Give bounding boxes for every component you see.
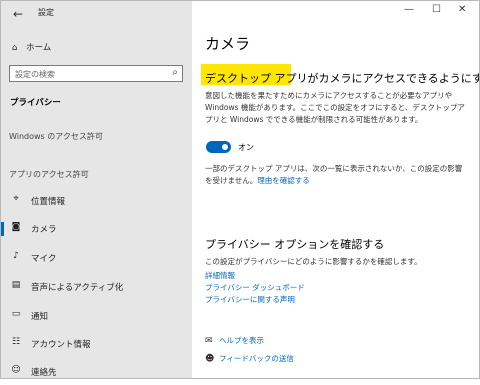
back-arrow-icon[interactable]: ← — [13, 7, 23, 21]
note-text: 一部のデスクトップ アプリは、次の一覧に表示されないか、この設定の影響を受けませ… — [205, 164, 463, 185]
contacts-icon: ☺ — [11, 365, 21, 375]
privacy-links: 詳細情報 プライバシー ダッシュボード プライバシーに関する声明 — [205, 270, 305, 306]
sidebar: ← 設定 ⌂ ホーム 設定の検索 ⌕ プライバシー Windows のアクセス許可… — [1, 1, 192, 378]
privacy-dashboard-link[interactable]: プライバシー ダッシュボード — [205, 282, 305, 294]
home-label: ホーム — [26, 43, 52, 53]
voice-activation-icon: ▤ — [11, 280, 21, 290]
privacy-statement-link[interactable]: プライバシーに関する声明 — [205, 294, 305, 306]
toggle-knob — [222, 144, 228, 150]
microphone-icon: ♪ — [13, 251, 19, 261]
section-description: 意図した機能を果たすためにカメラにアクセスすることが必要なアプリや Window… — [205, 91, 465, 124]
home-nav[interactable]: ⌂ ホーム — [12, 41, 51, 53]
category-heading: プライバシー — [10, 98, 61, 108]
notification-icon: ▭ — [11, 309, 21, 319]
search-icon[interactable]: ⌕ — [172, 67, 178, 78]
learn-why-link[interactable]: 理由を確認する — [257, 176, 310, 185]
note: 一部のデスクトップ アプリは、次の一覧に表示されないか、この設定の影響を受けませ… — [205, 163, 467, 187]
sidebar-item-label: 音声によるアクティブ化 — [31, 283, 124, 293]
window-title: 設定 — [38, 8, 54, 17]
app-permissions-heading: アプリのアクセス許可 — [9, 170, 89, 179]
minimize-icon[interactable]: — — [404, 4, 414, 15]
close-icon[interactable]: ✕ — [458, 4, 466, 15]
send-feedback-link[interactable]: ☻ フィードバックの送信 — [205, 353, 294, 364]
sidebar-item-voice-activation[interactable]: ▤ 音声によるアクティブ化 — [1, 274, 192, 300]
toggle-label: オン — [238, 143, 254, 152]
sidebar-item-contacts[interactable]: ☺ 連絡先 — [1, 359, 192, 385]
help-label: ヘルプを表示 — [219, 336, 264, 345]
help-icon: ✉ — [205, 336, 213, 346]
sidebar-item-label: 通知 — [31, 312, 49, 322]
windows-permissions-heading: Windows のアクセス許可 — [9, 132, 103, 141]
sidebar-item-label: 連絡先 — [31, 368, 57, 378]
sidebar-item-account-info[interactable]: ☷ アカウント情報 — [1, 331, 192, 357]
active-indicator — [1, 222, 4, 236]
privacy-options-desc: この設定がプライバシーにどのように影響するかを確認します。 — [205, 257, 422, 266]
home-icon: ⌂ — [12, 43, 18, 53]
sidebar-item-camera[interactable]: ◙ カメラ — [1, 216, 192, 242]
search-placeholder: 設定の検索 — [15, 70, 55, 79]
settings-search-input[interactable]: 設定の検索 ⌕ — [9, 65, 183, 82]
section-title: デスクトップ アプリがカメラにアクセスできるようにする — [205, 72, 480, 85]
feedback-icon: ☻ — [205, 354, 215, 364]
account-info-icon: ☷ — [11, 337, 21, 347]
maximize-icon[interactable]: ☐ — [432, 4, 441, 15]
sidebar-item-label: アカウント情報 — [31, 340, 91, 350]
sidebar-item-notifications[interactable]: ▭ 通知 — [1, 303, 192, 329]
main-content: — ☐ ✕ カメラ デスクトップ アプリがカメラにアクセスできるようにする 意図… — [192, 0, 480, 379]
camera-icon: ◙ — [11, 222, 21, 232]
sidebar-item-location[interactable]: ⌖ 位置情報 — [1, 188, 192, 214]
sidebar-item-label: カメラ — [31, 225, 57, 235]
page-title: カメラ — [205, 35, 251, 53]
privacy-options-title: プライバシー オプションを確認する — [205, 238, 385, 251]
get-help-link[interactable]: ✉ ヘルプを表示 — [205, 335, 264, 346]
feedback-label: フィードバックの送信 — [219, 354, 294, 363]
sidebar-item-microphone[interactable]: ♪ マイク — [1, 245, 192, 271]
sidebar-item-label: 位置情報 — [31, 197, 66, 207]
camera-access-toggle[interactable] — [206, 141, 231, 153]
sidebar-item-label: マイク — [31, 254, 57, 264]
location-icon: ⌖ — [13, 194, 19, 204]
more-info-link[interactable]: 詳細情報 — [205, 270, 305, 282]
